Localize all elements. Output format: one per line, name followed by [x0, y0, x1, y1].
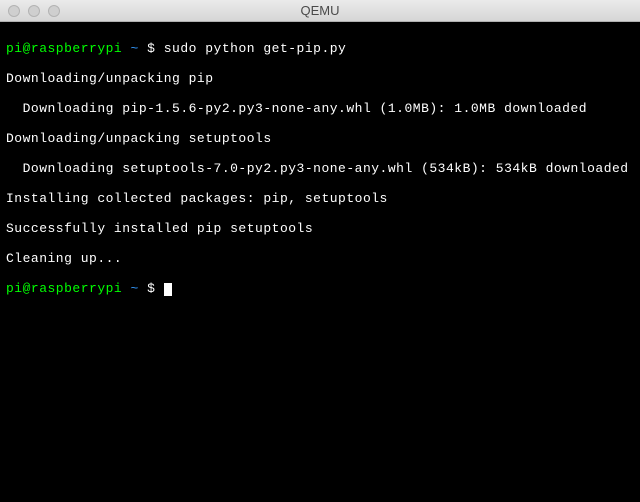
- prompt-path: ~: [122, 41, 147, 56]
- terminal-area[interactable]: pi@raspberrypi ~ $ sudo python get-pip.p…: [0, 22, 640, 502]
- minimize-icon[interactable]: [28, 5, 40, 17]
- close-icon[interactable]: [8, 5, 20, 17]
- output-line: Installing collected packages: pip, setu…: [6, 191, 634, 206]
- command-text: sudo python get-pip.py: [164, 41, 347, 56]
- prompt-path: ~: [122, 281, 147, 296]
- prompt-line-2: pi@raspberrypi ~ $: [6, 281, 634, 296]
- prompt-user: pi@raspberrypi: [6, 41, 122, 56]
- output-line: Downloading/unpacking pip: [6, 71, 634, 86]
- output-line: Cleaning up...: [6, 251, 634, 266]
- traffic-lights: [0, 5, 60, 17]
- cursor-icon: [164, 283, 172, 296]
- prompt-line-1: pi@raspberrypi ~ $ sudo python get-pip.p…: [6, 41, 634, 56]
- window-titlebar: QEMU: [0, 0, 640, 22]
- output-line: Downloading/unpacking setuptools: [6, 131, 634, 146]
- window-title: QEMU: [0, 3, 640, 18]
- prompt-symbol: $: [147, 281, 164, 296]
- prompt-symbol: $: [147, 41, 164, 56]
- zoom-icon[interactable]: [48, 5, 60, 17]
- output-line: Downloading setuptools-7.0-py2.py3-none-…: [6, 161, 634, 176]
- prompt-user: pi@raspberrypi: [6, 281, 122, 296]
- output-line: Successfully installed pip setuptools: [6, 221, 634, 236]
- output-line: Downloading pip-1.5.6-py2.py3-none-any.w…: [6, 101, 634, 116]
